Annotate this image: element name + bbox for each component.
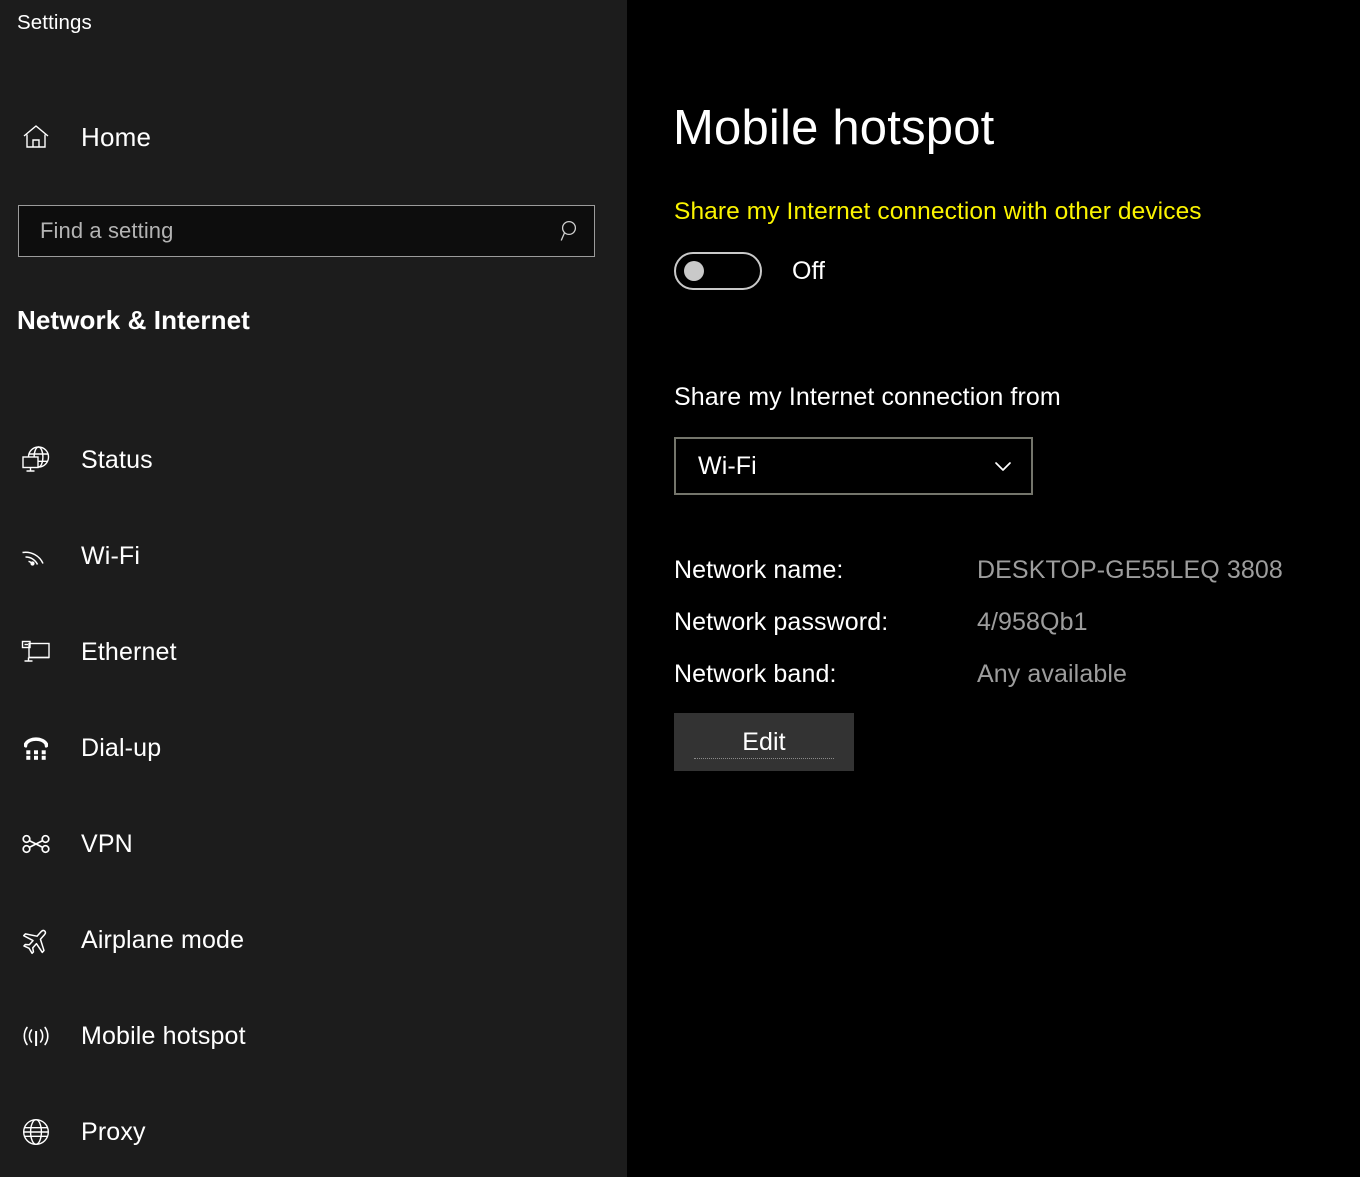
network-password-label: Network password: <box>674 608 889 636</box>
sidebar-item-airplane-mode-label: Airplane mode <box>81 925 245 954</box>
sidebar-item-ethernet-label: Ethernet <box>81 637 177 666</box>
sidebar-item-status[interactable]: Status <box>0 412 627 508</box>
toggle-state-label: Off <box>792 256 825 285</box>
sidebar-item-vpn-label: VPN <box>81 829 133 858</box>
settings-window: Settings Home Network & Internet <box>0 0 1360 1177</box>
detail-row-network-name: Network name: DESKTOP-GE55LEQ 3808 <box>674 556 1360 608</box>
sidebar: Settings Home Network & Internet <box>0 0 627 1177</box>
airplane-icon <box>17 921 55 959</box>
sidebar-item-dialup-label: Dial-up <box>81 733 162 762</box>
sidebar-item-ethernet[interactable]: Ethernet <box>0 604 627 700</box>
chevron-down-icon[interactable] <box>975 439 1031 493</box>
sidebar-nav-list: Status Wi-Fi Ethernet Dial-up VPN Airpla… <box>0 412 627 1177</box>
hotspot-icon <box>17 1017 55 1055</box>
network-password-value: 4/958Qb1 <box>977 608 1088 636</box>
page-title: Mobile hotspot <box>673 101 995 155</box>
network-band-value: Any available <box>977 660 1128 688</box>
detail-row-network-password: Network password: 4/958Qb1 <box>674 608 1360 660</box>
edit-button[interactable]: Edit <box>674 713 854 771</box>
share-connection-toggle-row: Off <box>674 252 825 290</box>
main-content: Mobile hotspot Share my Internet connect… <box>627 0 1360 1177</box>
share-connection-label: Share my Internet connection with other … <box>674 198 1202 225</box>
app-title: Settings <box>17 11 92 34</box>
toggle-knob <box>684 261 704 281</box>
network-name-label: Network name: <box>674 556 844 584</box>
search-box[interactable] <box>18 205 595 257</box>
sidebar-item-wifi[interactable]: Wi-Fi <box>0 508 627 604</box>
share-connection-toggle[interactable] <box>674 252 762 290</box>
search-input[interactable] <box>19 218 548 244</box>
sidebar-item-wifi-label: Wi-Fi <box>81 541 141 570</box>
ethernet-icon <box>17 633 55 671</box>
sidebar-item-proxy[interactable]: Proxy <box>0 1084 627 1177</box>
network-details: Network name: DESKTOP-GE55LEQ 3808 Netwo… <box>674 556 1360 712</box>
sidebar-item-status-label: Status <box>81 445 153 474</box>
sidebar-item-home[interactable]: Home <box>17 113 597 161</box>
network-band-label: Network band: <box>674 660 837 688</box>
detail-row-network-band: Network band: Any available <box>674 660 1360 712</box>
share-from-dropdown[interactable]: Wi-Fi <box>674 437 1033 495</box>
globe-icon <box>17 1113 55 1151</box>
vpn-knot-icon <box>17 825 55 863</box>
share-from-label: Share my Internet connection from <box>674 383 1061 411</box>
search-icon[interactable] <box>548 206 594 256</box>
sidebar-item-proxy-label: Proxy <box>81 1117 146 1146</box>
dialup-phone-icon <box>17 729 55 767</box>
sidebar-item-mobile-hotspot[interactable]: Mobile hotspot <box>0 988 627 1084</box>
sidebar-item-dialup[interactable]: Dial-up <box>0 700 627 796</box>
wifi-icon <box>17 537 55 575</box>
sidebar-item-mobile-hotspot-label: Mobile hotspot <box>81 1021 246 1050</box>
globe-monitor-icon <box>17 441 55 479</box>
sidebar-item-home-label: Home <box>81 121 152 152</box>
sidebar-item-airplane-mode[interactable]: Airplane mode <box>0 892 627 988</box>
share-from-selected-value: Wi-Fi <box>698 451 757 480</box>
sidebar-category-title: Network & Internet <box>17 305 250 335</box>
network-name-value: DESKTOP-GE55LEQ 3808 <box>977 556 1283 584</box>
sidebar-item-vpn[interactable]: VPN <box>0 796 627 892</box>
home-icon <box>17 118 55 156</box>
